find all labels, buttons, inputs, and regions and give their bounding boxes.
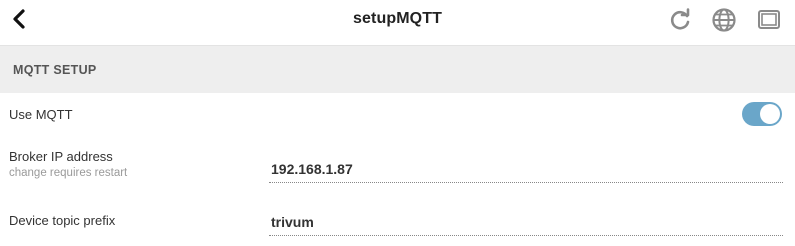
broker-ip-field[interactable]: 192.168.1.87	[269, 158, 783, 183]
toggle-knob	[760, 104, 780, 124]
globe-icon	[712, 8, 736, 32]
section-header: MQTT SETUP	[0, 45, 795, 93]
window-icon	[758, 10, 780, 29]
broker-ip-label: Broker IP address	[9, 149, 113, 164]
broker-ip-value: 192.168.1.87	[271, 161, 353, 177]
topic-prefix-field[interactable]: trivum	[269, 211, 783, 236]
section-title: MQTT SETUP	[13, 63, 97, 77]
use-mqtt-label: Use MQTT	[9, 107, 73, 122]
topic-prefix-label: Device topic prefix	[9, 213, 116, 228]
use-mqtt-toggle[interactable]	[742, 102, 782, 126]
top-bar: setupMQTT	[0, 0, 795, 44]
refresh-icon	[670, 8, 690, 30]
topic-prefix-value: trivum	[271, 214, 314, 230]
language-button[interactable]	[711, 7, 737, 33]
broker-ip-hint: change requires restart	[9, 167, 128, 179]
refresh-button[interactable]	[667, 7, 693, 33]
window-button[interactable]	[756, 7, 782, 33]
